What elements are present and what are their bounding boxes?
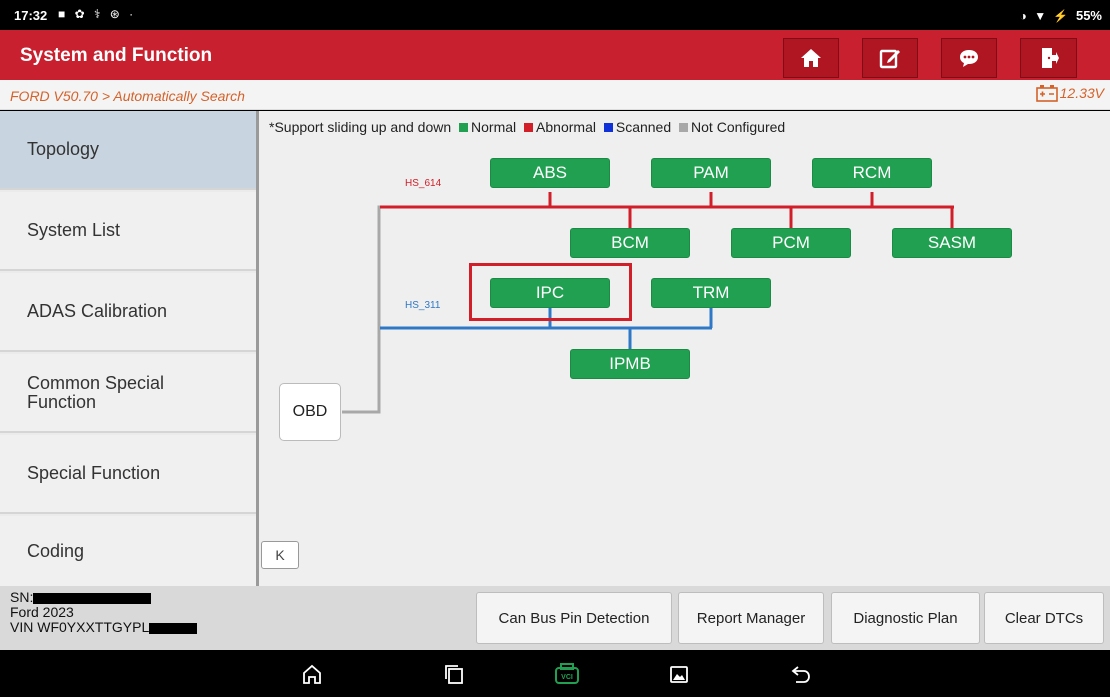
ecu-bcm[interactable]: BCM (570, 228, 690, 258)
diagnostic-plan-button[interactable]: Diagnostic Plan (831, 592, 980, 644)
sidebar-item-label: Common Special Function (27, 372, 165, 412)
collapse-icon: K (275, 547, 285, 563)
ecu-trm[interactable]: TRM (651, 278, 771, 308)
clear-dtcs-button[interactable]: Clear DTCs (984, 592, 1104, 644)
home-button[interactable] (783, 38, 839, 78)
redacted-vin (149, 623, 198, 635)
nav-recent-button[interactable] (441, 661, 467, 687)
recent-apps-icon (445, 665, 463, 684)
exit-button[interactable] (1020, 38, 1077, 78)
ipc-highlight-box (469, 263, 632, 321)
sidebar-item-label: ADAS Calibration (27, 301, 168, 322)
ecu-ipmb[interactable]: IPMB (570, 349, 690, 379)
sidebar-item-coding[interactable]: Coding (0, 516, 256, 586)
vehicle-info: SN: Ford 2023 VIN WF0YXXTTGYPL (10, 589, 198, 636)
feedback-button[interactable] (941, 38, 997, 78)
topology-panel[interactable]: *Support sliding up and down Normal Abno… (259, 111, 1110, 586)
exit-icon (1041, 48, 1059, 68)
sn-label: SN: (10, 589, 34, 605)
report-manager-button[interactable]: Report Manager (678, 592, 824, 644)
obd-port[interactable]: OBD (279, 383, 341, 441)
ecu-pcm[interactable]: PCM (731, 228, 851, 258)
edit-icon (879, 49, 900, 69)
status-icons: ■ ✿ ⚕ ⊛ · (58, 7, 137, 21)
sidebar-item-label: Special Function (27, 463, 161, 484)
bus-label-hs614: HS_614 (405, 178, 442, 189)
sidebar-item-common-special-function[interactable]: Common Special Function (0, 354, 256, 433)
home-icon (801, 49, 821, 67)
page-title: System and Function (20, 45, 213, 66)
ecu-pam[interactable]: PAM (651, 158, 771, 188)
battery-voltage: 12.33V (1035, 84, 1104, 102)
connectivity-icons: ◑ ▼ ⚡ (1019, 9, 1071, 23)
sidebar-item-adas-calibration[interactable]: ADAS Calibration (0, 273, 256, 352)
home-nav-icon (303, 664, 321, 684)
back-icon (791, 666, 810, 683)
vci-label: VCI (561, 674, 573, 681)
status-time: 17:32 (14, 8, 48, 23)
nav-vci-button[interactable]: VCI (552, 661, 582, 687)
chat-icon (960, 50, 978, 67)
breadcrumb-bar: FORD V50.70 > Automatically Search 12.33… (0, 80, 1110, 110)
can-bus-pin-detection-button[interactable]: Can Bus Pin Detection (476, 592, 672, 644)
sidebar: Topology System List ADAS Calibration Co… (0, 111, 258, 586)
car-battery-icon (1035, 85, 1058, 102)
system-nav-bar: VCI (0, 650, 1110, 697)
ecu-rcm[interactable]: RCM (812, 158, 932, 188)
sidebar-item-topology[interactable]: Topology (0, 111, 256, 190)
voltage-value: 12.33V (1059, 85, 1104, 101)
status-right: ◑ ▼ ⚡ 55% (1020, 8, 1102, 23)
breadcrumb: FORD V50.70 > Automatically Search (10, 88, 245, 104)
bus-label-hs311: HS_311 (405, 300, 441, 311)
nav-gallery-button[interactable] (666, 661, 692, 687)
sidebar-item-label: Topology (27, 139, 100, 160)
vehicle-model: Ford 2023 (10, 604, 74, 621)
battery-percent: 55% (1075, 8, 1102, 23)
edit-button[interactable] (862, 38, 918, 78)
sidebar-item-special-function[interactable]: Special Function (0, 435, 256, 514)
bottom-bar: SN: Ford 2023 VIN WF0YXXTTGYPL Can Bus P… (0, 586, 1110, 650)
status-bar: 17:32 ■ ✿ ⚕ ⊛ · ◑ ▼ ⚡ 55% (0, 0, 1110, 30)
nav-home-button[interactable] (299, 661, 325, 687)
redacted-serial (33, 592, 152, 604)
ecu-sasm[interactable]: SASM (892, 228, 1012, 258)
vin-prefix: VIN WF0YXXTTGYPL (10, 619, 150, 636)
collapse-sidebar-button[interactable]: K (261, 541, 299, 569)
sidebar-item-label: Coding (27, 540, 85, 561)
vci-icon: VCI (555, 663, 579, 684)
nav-back-button[interactable] (788, 661, 814, 687)
sidebar-item-system-list[interactable]: System List (0, 192, 256, 271)
ecu-abs[interactable]: ABS (490, 158, 610, 188)
title-bar: System and Function (0, 30, 1110, 80)
gallery-icon (670, 666, 688, 683)
sidebar-item-label: System List (27, 220, 121, 241)
